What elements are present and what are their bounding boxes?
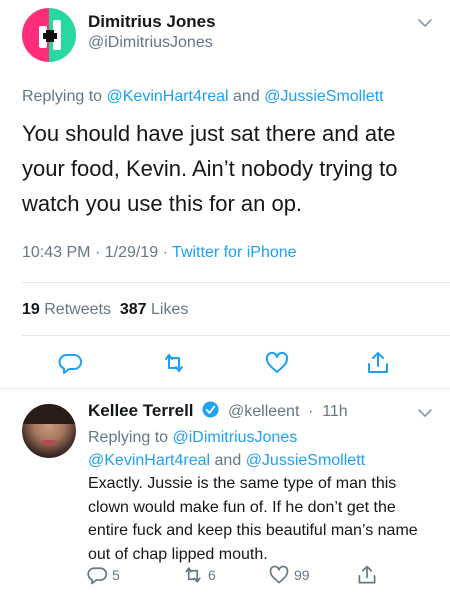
mention-link[interactable]: @JussieSmollett: [246, 452, 365, 469]
tweet-text: You should have just sat there and ate y…: [22, 121, 398, 216]
replying-and: and: [214, 452, 242, 469]
reply-icon[interactable]: [86, 564, 108, 586]
tweet-text: Exactly. Jussie is the same type of man …: [88, 475, 418, 563]
meta-separator: ·: [94, 244, 101, 261]
meta-separator: ·: [162, 244, 168, 261]
tweet-source-link[interactable]: Twitter for iPhone: [172, 244, 297, 261]
mention-link[interactable]: @KevinHart4real: [107, 88, 229, 105]
reply-icon[interactable]: [57, 350, 83, 376]
tweet-actions: [0, 345, 450, 381]
meta-separator: ·: [308, 403, 314, 420]
tweet-meta: 10:43 PM · 1/29/19 · Twitter for iPhone: [22, 244, 297, 262]
like-icon[interactable]: [268, 564, 290, 586]
replying-prefix: Replying to: [22, 88, 103, 105]
divider: [22, 335, 450, 336]
replying-to: Replying to @KevinHart4real and @JussieS…: [22, 88, 384, 106]
share-action[interactable]: [356, 564, 382, 586]
like-label[interactable]: Likes: [151, 301, 188, 318]
retweet-icon[interactable]: [182, 564, 204, 586]
share-icon[interactable]: [365, 350, 391, 376]
tweet-time: 11h: [322, 403, 348, 420]
mention-link[interactable]: @JussieSmollett: [264, 88, 383, 105]
reply-action[interactable]: 5: [86, 564, 120, 586]
author-handle[interactable]: @iDimitriusJones: [88, 34, 213, 52]
like-action[interactable]: 99: [268, 564, 310, 586]
share-icon[interactable]: [356, 564, 378, 586]
divider: [0, 388, 450, 389]
reply-count: 5: [112, 567, 120, 583]
author-name[interactable]: Dimitrius Jones: [88, 12, 216, 32]
mention-link[interactable]: @iDimitriusJones: [173, 429, 298, 446]
retweet-count: 6: [208, 567, 216, 583]
chevron-down-icon[interactable]: [416, 14, 434, 32]
tweet-time: 10:43 PM: [22, 244, 91, 261]
replying-to: Replying to @iDimitriusJones @KevinHart4…: [88, 426, 438, 472]
like-icon[interactable]: [264, 350, 290, 376]
replying-and: and: [233, 88, 260, 105]
tweet-stats: 19 Retweets 387 Likes: [22, 301, 188, 319]
retweet-icon[interactable]: [161, 350, 187, 376]
tweet-date: 1/29/19: [104, 244, 159, 261]
reply-author: Kellee Terrell @kelleent · 11h: [88, 401, 348, 421]
mention-link[interactable]: @KevinHart4real: [88, 452, 210, 469]
like-count[interactable]: 387: [120, 301, 147, 318]
like-count: 99: [294, 567, 310, 583]
verified-badge-icon: [202, 401, 219, 418]
avatar[interactable]: [22, 404, 76, 458]
author-name[interactable]: Kellee Terrell: [88, 401, 194, 420]
replying-prefix: Replying to: [88, 429, 169, 446]
chevron-down-icon[interactable]: [416, 404, 434, 422]
divider: [22, 282, 450, 283]
avatar[interactable]: [22, 8, 76, 62]
author-handle[interactable]: @kelleent: [228, 403, 299, 420]
retweet-label[interactable]: Retweets: [44, 301, 111, 318]
tweet-actions: 5 6 99: [0, 560, 450, 590]
retweet-action[interactable]: 6: [182, 564, 216, 586]
retweet-count[interactable]: 19: [22, 301, 40, 318]
